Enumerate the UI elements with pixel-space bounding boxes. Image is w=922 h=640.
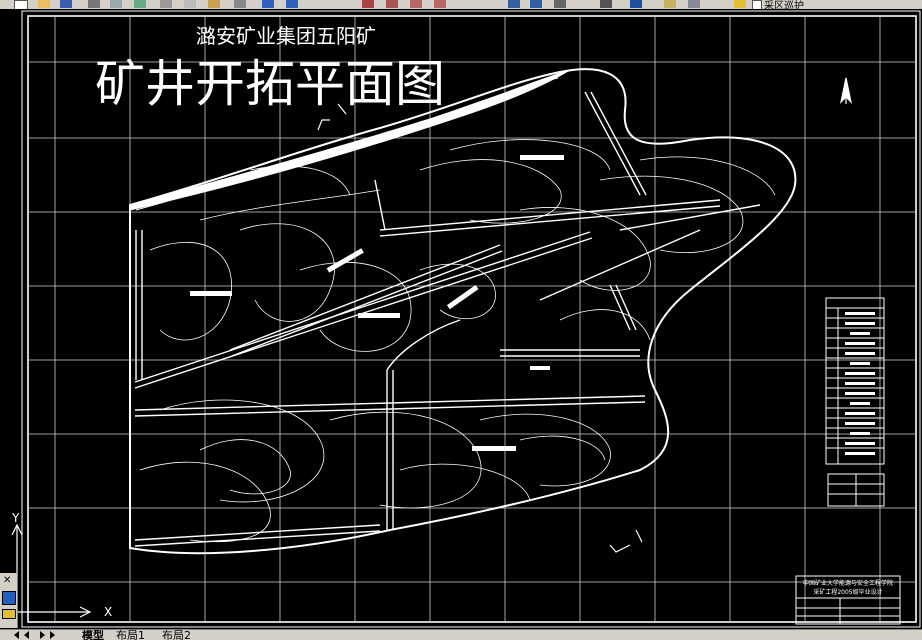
title-block-line2: 采矿工程2005级毕业设计 <box>813 588 882 596</box>
first-tab-icon[interactable] <box>14 631 19 639</box>
preview-icon[interactable] <box>110 0 122 8</box>
help-icon[interactable] <box>630 0 642 8</box>
calculator-icon[interactable] <box>600 0 612 8</box>
drawing-canvas[interactable]: 潞安矿业集团五阳矿 矿井开拓平面图 中国矿业大学能源与安全工程学院 采矿工程20… <box>0 9 922 629</box>
design-center-icon[interactable] <box>530 0 542 8</box>
save-icon[interactable] <box>60 0 72 8</box>
redo-icon[interactable] <box>286 0 298 8</box>
ucs-y-label: Y <box>11 511 20 525</box>
docked-palette[interactable]: ✕ <box>0 573 18 628</box>
paste-icon[interactable] <box>208 0 220 8</box>
layer-lock-icon[interactable] <box>734 0 746 8</box>
layout-tabbar: 模型 布局1 布局2 <box>0 629 922 640</box>
zoom-previous-icon[interactable] <box>434 0 446 8</box>
tab-layout1[interactable]: 布局1 <box>116 630 145 640</box>
close-icon[interactable]: ✕ <box>3 576 11 586</box>
title-block-line1: 中国矿业大学能源与安全工程学院 <box>803 579 893 587</box>
match-properties-icon[interactable] <box>234 0 246 8</box>
palette-swatch-icon[interactable] <box>2 609 16 619</box>
drawing-title: 矿井开拓平面图 <box>95 55 445 113</box>
next-tab-icon[interactable] <box>40 631 45 639</box>
undo-icon[interactable] <box>262 0 274 8</box>
ucs-x-label: X <box>104 605 112 619</box>
zoom-realtime-icon[interactable] <box>386 0 398 8</box>
zoom-window-icon[interactable] <box>410 0 422 8</box>
cut-icon[interactable] <box>160 0 172 8</box>
properties-icon[interactable] <box>508 0 520 8</box>
copy-icon[interactable] <box>184 0 196 8</box>
prev-tab-icon[interactable] <box>24 631 29 639</box>
layer-state-icon[interactable] <box>688 0 700 8</box>
last-tab-icon[interactable] <box>50 631 55 639</box>
publish-icon[interactable] <box>134 0 146 8</box>
tab-model[interactable]: 模型 <box>82 630 104 640</box>
tool-palettes-icon[interactable] <box>554 0 566 8</box>
print-icon[interactable] <box>88 0 100 8</box>
tab-layout2[interactable]: 布局2 <box>162 630 191 640</box>
layer-manager-icon[interactable] <box>664 0 676 8</box>
drawing-subtitle: 潞安矿业集团五阳矿 <box>196 24 376 48</box>
open-folder-icon[interactable] <box>38 0 50 8</box>
palette-icon[interactable] <box>2 591 16 605</box>
pan-icon[interactable] <box>362 0 374 8</box>
